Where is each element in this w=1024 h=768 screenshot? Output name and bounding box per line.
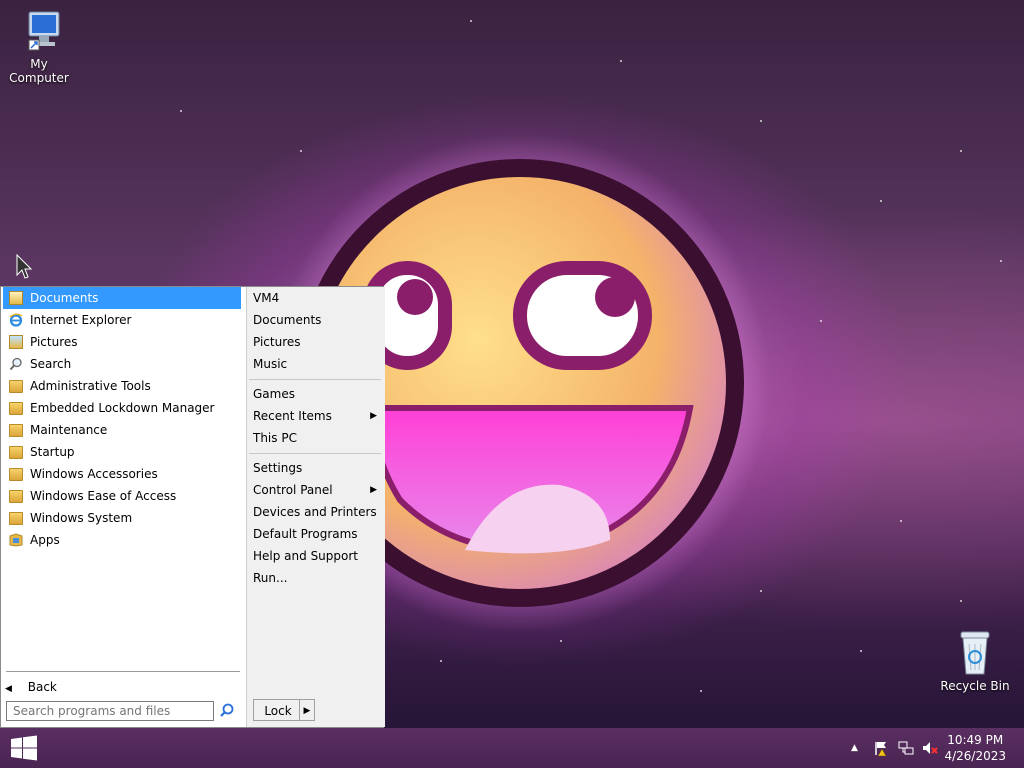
folder-icon xyxy=(9,490,23,503)
place-item-label: Default Programs xyxy=(253,527,358,541)
folder-icon xyxy=(9,424,23,437)
place-item-label: Games xyxy=(253,387,295,401)
volume-muted-icon[interactable] xyxy=(922,740,938,756)
place-item-run[interactable]: Run... xyxy=(253,567,381,589)
divider xyxy=(249,453,381,454)
program-item-administrative-tools[interactable]: Administrative Tools xyxy=(3,375,241,397)
search-icon xyxy=(9,357,22,371)
place-item-label: Control Panel xyxy=(253,483,333,497)
program-item-label: Windows Accessories xyxy=(30,467,158,481)
search-input[interactable] xyxy=(6,701,214,721)
submenu-arrow-icon: ▶ xyxy=(370,411,377,421)
computer-icon xyxy=(28,11,60,51)
clock-time: 10:49 PM xyxy=(947,733,1004,747)
program-item-label: Apps xyxy=(30,533,60,547)
place-item-label: Devices and Printers xyxy=(253,505,377,519)
place-item-vm4[interactable]: VM4 xyxy=(253,287,381,309)
place-item-label: Pictures xyxy=(253,335,301,349)
place-item-devices-and-printers[interactable]: Devices and Printers xyxy=(253,501,381,523)
program-item-maintenance[interactable]: Maintenance xyxy=(3,419,241,441)
place-item-label: Recent Items xyxy=(253,409,332,423)
folder-icon xyxy=(9,468,23,481)
chevron-up-icon[interactable]: ▲ xyxy=(851,740,867,756)
program-item-label: Embedded Lockdown Manager xyxy=(30,401,215,415)
program-item-label: Pictures xyxy=(30,335,78,349)
program-item-startup[interactable]: Startup xyxy=(3,441,241,463)
place-item-label: Help and Support xyxy=(253,549,358,563)
place-item-label: Settings xyxy=(253,461,303,475)
windows-logo-icon xyxy=(11,735,37,761)
program-item-search[interactable]: Search xyxy=(3,353,241,375)
folder-icon xyxy=(9,380,23,393)
place-item-settings[interactable]: Settings xyxy=(253,457,381,479)
program-item-label: Maintenance xyxy=(30,423,108,437)
place-item-label: Documents xyxy=(253,313,322,327)
back-label: Back xyxy=(27,680,57,694)
program-item-label: Search xyxy=(30,357,72,371)
program-item-apps[interactable]: Apps xyxy=(3,529,241,551)
place-item-default-programs[interactable]: Default Programs xyxy=(253,523,381,545)
power-options-arrow-button[interactable]: ▶ xyxy=(299,699,315,721)
place-item-music[interactable]: Music xyxy=(253,353,381,375)
documents-icon xyxy=(9,291,23,305)
back-arrow-icon: ◀ xyxy=(5,684,12,694)
internet-explorer-icon xyxy=(9,313,23,327)
divider xyxy=(249,379,381,380)
place-item-pictures[interactable]: Pictures xyxy=(253,331,381,353)
desktop-icon-my-computer[interactable]: My Computer xyxy=(0,10,78,85)
program-item-label: Administrative Tools xyxy=(30,379,151,393)
program-item-windows-system[interactable]: Windows System xyxy=(3,507,241,529)
pictures-icon xyxy=(9,335,23,349)
clock-date: 4/26/2023 xyxy=(944,749,1006,763)
folder-icon xyxy=(9,512,23,525)
place-item-control-panel[interactable]: Control Panel ▶ xyxy=(253,479,381,501)
program-item-windows-accessories[interactable]: Windows Accessories xyxy=(3,463,241,485)
program-item-label: Startup xyxy=(30,445,75,459)
desktop-icon-label: Recycle Bin xyxy=(940,679,1010,693)
clock[interactable]: 10:49 PM 4/26/2023 xyxy=(944,732,1006,764)
place-item-this-pc[interactable]: This PC xyxy=(253,427,381,449)
program-item-label: Internet Explorer xyxy=(30,313,132,327)
action-center-flag-icon[interactable] xyxy=(874,740,890,756)
back-button[interactable]: ◀ Back xyxy=(5,676,57,698)
desktop-icon-label: My Computer xyxy=(9,57,69,85)
program-item-documents[interactable]: Documents xyxy=(3,287,241,309)
submenu-arrow-icon: ▶ xyxy=(370,485,377,495)
place-item-help-and-support[interactable]: Help and Support xyxy=(253,545,381,567)
recycle-bin-icon xyxy=(960,631,990,675)
start-menu-programs-pane: Documents Internet Explorer Pictures Sea… xyxy=(1,287,245,727)
place-item-label: This PC xyxy=(253,431,297,445)
start-button[interactable] xyxy=(0,728,48,768)
network-icon[interactable] xyxy=(898,740,914,756)
folder-icon xyxy=(9,402,23,415)
start-menu: Documents Internet Explorer Pictures Sea… xyxy=(0,286,385,728)
desktop-icon-recycle-bin[interactable]: Recycle Bin xyxy=(938,630,1012,693)
place-item-games[interactable]: Games xyxy=(253,383,381,405)
program-item-label: Windows Ease of Access xyxy=(30,489,177,503)
taskbar: ▲ 10:49 PM 4/26/2023 xyxy=(0,728,1024,768)
program-item-label: Documents xyxy=(30,291,99,305)
place-item-recent-items[interactable]: Recent Items ▶ xyxy=(253,405,381,427)
place-item-documents[interactable]: Documents xyxy=(253,309,381,331)
program-item-internet-explorer[interactable]: Internet Explorer xyxy=(3,309,241,331)
mouse-cursor-icon xyxy=(16,254,32,279)
divider xyxy=(6,671,240,672)
place-item-label: VM4 xyxy=(253,291,280,305)
program-item-windows-ease-of-access[interactable]: Windows Ease of Access xyxy=(3,485,241,507)
program-item-pictures[interactable]: Pictures xyxy=(3,331,241,353)
place-item-label: Run... xyxy=(253,571,288,585)
start-menu-places-pane: VM4 Documents Pictures Music Games Recen… xyxy=(246,287,385,727)
place-item-label: Music xyxy=(253,357,288,371)
program-item-label: Windows System xyxy=(30,511,133,525)
apps-icon xyxy=(9,533,23,547)
folder-icon xyxy=(9,446,23,459)
search-button[interactable] xyxy=(217,701,237,721)
lock-button[interactable]: Lock xyxy=(253,699,303,721)
program-item-embedded-lockdown-manager[interactable]: Embedded Lockdown Manager xyxy=(3,397,241,419)
